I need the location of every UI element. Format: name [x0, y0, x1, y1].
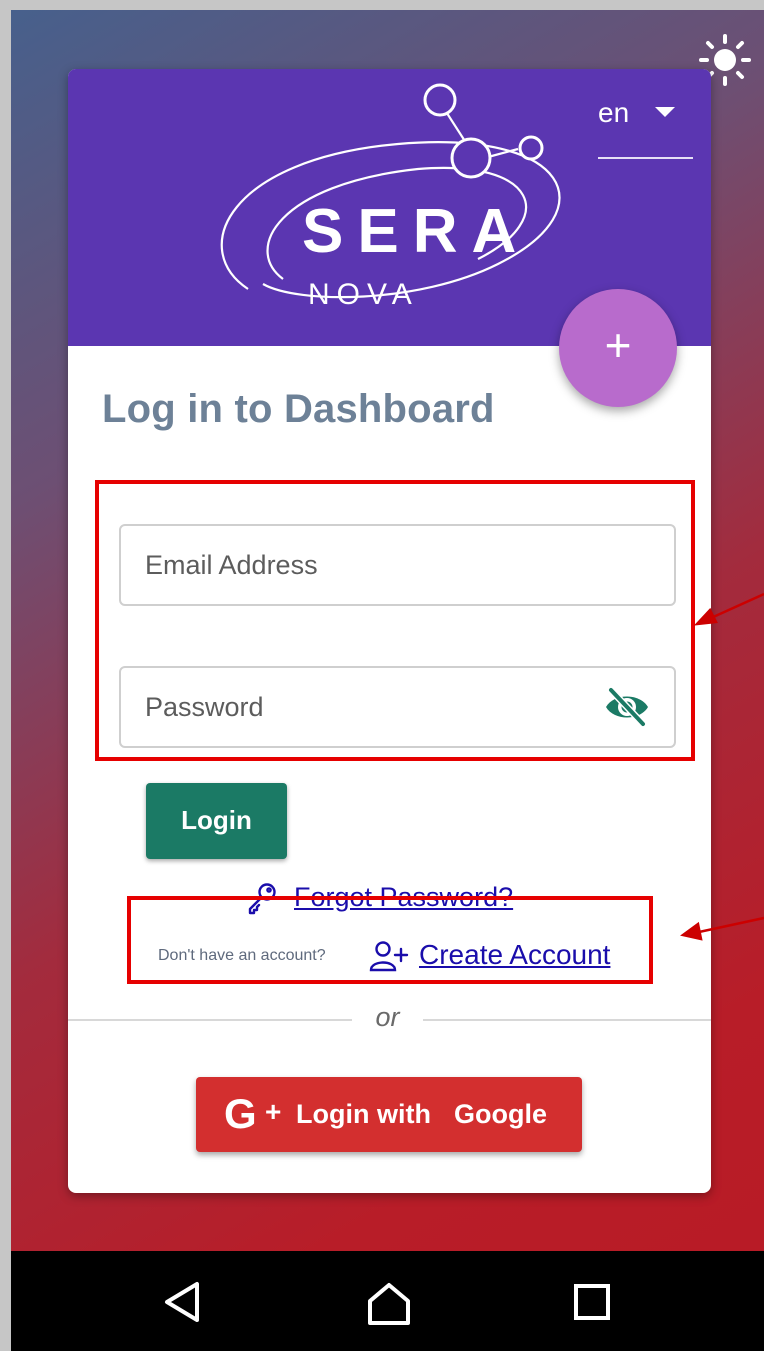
divider-line-left: [68, 1019, 352, 1021]
login-button[interactable]: Login: [146, 783, 287, 859]
google-login-button[interactable]: G + Login with Google: [196, 1077, 582, 1152]
google-brand-label: Google: [454, 1099, 547, 1129]
home-icon[interactable]: [366, 1281, 412, 1327]
sera-nova-logo: SERA NOVA: [220, 83, 561, 311]
language-select[interactable]: en: [598, 93, 693, 159]
app-screen: SERA NOVA en + Log in to Dashboard Email…: [11, 10, 764, 1351]
language-value: en: [598, 97, 630, 128]
annotation-box-credentials: [95, 480, 695, 761]
google-g-icon: G: [224, 1090, 257, 1137]
divider-or-label: or: [375, 1002, 400, 1032]
divider-line-right: [423, 1019, 711, 1021]
language-underline: [598, 157, 693, 159]
brand-bottom-text: NOVA: [308, 278, 419, 311]
page-title: Log in to Dashboard: [102, 387, 495, 431]
recents-icon[interactable]: [573, 1283, 611, 1321]
google-login-label: Login with: [296, 1099, 431, 1129]
brand-top-text: SERA: [302, 197, 530, 266]
system-nav-bar: [11, 1251, 764, 1351]
google-plus-icon: +: [265, 1096, 282, 1127]
annotation-box-signup: [127, 896, 653, 984]
add-fab-button[interactable]: +: [559, 289, 677, 407]
chevron-down-icon: [655, 107, 675, 117]
back-icon[interactable]: [163, 1281, 201, 1323]
